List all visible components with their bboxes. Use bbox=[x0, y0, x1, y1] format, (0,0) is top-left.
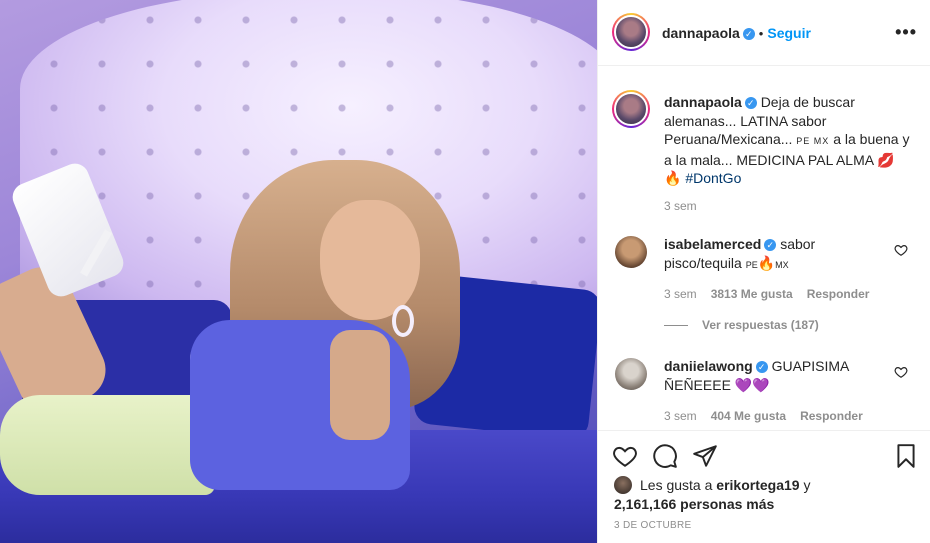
flag-pe: PE bbox=[745, 260, 758, 270]
fire-emoji: 🔥 bbox=[757, 255, 776, 271]
comment-1-likes[interactable]: 3813 Me gusta bbox=[711, 287, 793, 301]
caption-time[interactable]: 3 sem bbox=[664, 199, 697, 213]
comment-1-reply-button[interactable]: Responder bbox=[807, 287, 870, 301]
liker-username[interactable]: erikortega19 bbox=[716, 477, 799, 493]
post-date[interactable]: 3 DE OCTUBRE bbox=[614, 520, 692, 531]
comment-1-time[interactable]: 3 sem bbox=[664, 287, 697, 301]
comment-2-time[interactable]: 3 sem bbox=[664, 409, 697, 423]
comment-2-likes[interactable]: 404 Me gusta bbox=[711, 409, 786, 423]
instagram-post-view: dannapaola ✓ • Seguir ••• dannapaola ✓ Deja … bbox=[0, 0, 930, 543]
caption-avatar[interactable] bbox=[612, 90, 650, 128]
post-header: dannapaola ✓ • Seguir ••• bbox=[598, 0, 930, 66]
separator-dot: • bbox=[758, 26, 764, 41]
commenter-avatar-1[interactable] bbox=[615, 236, 647, 268]
replies-line bbox=[664, 325, 688, 326]
kiss-emoji: 💋 bbox=[877, 151, 895, 168]
comment-1-username[interactable]: isabelamerced bbox=[664, 236, 761, 252]
purple-heart-emoji: 💜💜 bbox=[734, 377, 770, 393]
post-photo[interactable] bbox=[0, 0, 597, 543]
view-replies-button[interactable]: Ver respuestas (187) bbox=[664, 318, 819, 332]
heart-icon[interactable] bbox=[612, 443, 638, 469]
comment-1-meta: 3 sem 3813 Me gusta Responder bbox=[664, 287, 869, 301]
comment-2-username[interactable]: daniielawong bbox=[664, 358, 753, 374]
fire-emoji: 🔥 bbox=[664, 170, 682, 186]
likes-count[interactable]: 2,161,166 personas más bbox=[614, 496, 774, 512]
more-options-icon[interactable]: ••• bbox=[895, 22, 917, 43]
likes-summary: Les gusta a erikortega19 y 2,161,166 per… bbox=[614, 476, 810, 514]
comment-1: isabelamerced ✓ sabor pisco/tequila PE🔥MX bbox=[664, 235, 884, 275]
comment-1-heart-icon[interactable] bbox=[894, 243, 908, 257]
verified-icon: ✓ bbox=[744, 97, 757, 109]
comment-icon[interactable] bbox=[652, 443, 678, 469]
follow-button[interactable]: Seguir bbox=[767, 25, 811, 41]
flags-pe-mx: PE MX bbox=[796, 136, 830, 146]
neckline bbox=[330, 330, 390, 440]
flag-mx: MX bbox=[775, 260, 789, 270]
author-line: dannapaola ✓ • Seguir bbox=[662, 25, 811, 41]
post-panel: dannapaola ✓ • Seguir ••• dannapaola ✓ Deja … bbox=[597, 0, 930, 543]
author-username[interactable]: dannapaola bbox=[662, 25, 740, 41]
action-bar bbox=[598, 430, 930, 480]
author-avatar[interactable] bbox=[612, 13, 650, 51]
liker-avatar[interactable] bbox=[614, 476, 632, 494]
face bbox=[320, 200, 420, 320]
earring bbox=[392, 305, 414, 337]
likes-prefix: Les gusta a bbox=[640, 477, 713, 493]
verified-icon: ✓ bbox=[755, 361, 768, 373]
verified-icon: ✓ bbox=[764, 239, 777, 251]
commenter-avatar-2[interactable] bbox=[615, 358, 647, 390]
view-replies-label: Ver respuestas (187) bbox=[702, 318, 819, 332]
bookmark-icon[interactable] bbox=[893, 443, 919, 469]
comment-2-reply-button[interactable]: Responder bbox=[800, 409, 863, 423]
comment-2: daniielawong ✓ GUAPISIMA ÑEÑEEEE 💜💜 bbox=[664, 357, 884, 395]
comment-2-meta: 3 sem 404 Me gusta Responder bbox=[664, 409, 863, 423]
hashtag-link[interactable]: #DontGo bbox=[685, 170, 741, 186]
likes-and: y bbox=[803, 477, 811, 493]
caption-username[interactable]: dannapaola bbox=[664, 94, 742, 110]
verified-icon: ✓ bbox=[742, 28, 755, 40]
caption: dannapaola ✓ Deja de buscar alemanas... L… bbox=[664, 93, 914, 188]
pants bbox=[0, 395, 215, 495]
comment-2-heart-icon[interactable] bbox=[894, 365, 908, 379]
share-icon[interactable] bbox=[692, 443, 718, 469]
